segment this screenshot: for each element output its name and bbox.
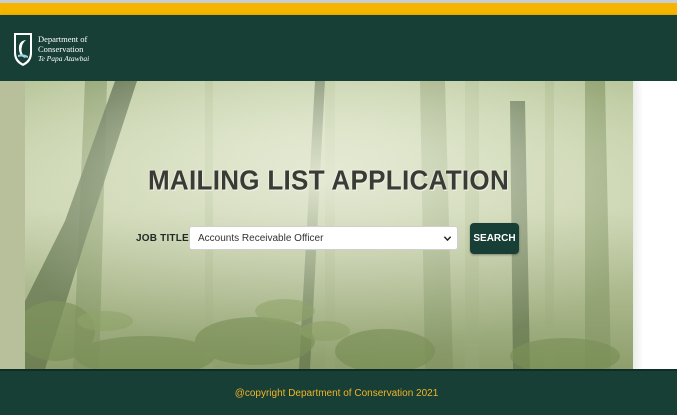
doc-logo[interactable]: Department of Conservation Te Papa Atawb…: [12, 31, 92, 69]
search-button[interactable]: SEARCH: [470, 223, 519, 254]
site-footer: @copyright Department of Conservation 20…: [0, 369, 677, 415]
job-title-label: JOB TITLE :: [136, 233, 196, 244]
forest-background-image: [25, 81, 633, 369]
left-gutter: [0, 81, 25, 369]
logo-line-3: Te Papa Atawbai: [38, 54, 90, 63]
accent-bar: [0, 3, 677, 15]
copyright-text: @copyright Department of Conservation 20…: [234, 388, 439, 399]
doc-logo-icon: [14, 33, 32, 66]
site-header: Department of Conservation Te Papa Atawb…: [0, 15, 677, 82]
job-title-selected-value: Accounts Receivable Officer: [198, 233, 324, 244]
job-title-select[interactable]: Accounts Receivable Officer: [189, 226, 458, 250]
logo-line-1: Department of: [38, 34, 88, 44]
doc-logo-text: Department of Conservation Te Papa Atawb…: [38, 34, 89, 64]
hero-background: [25, 81, 633, 369]
chevron-down-icon: [443, 236, 452, 242]
page-title: MAILING LIST APPLICATION: [147, 163, 510, 197]
logo-line-2: Conservation: [38, 44, 84, 54]
right-gutter: [633, 81, 677, 369]
